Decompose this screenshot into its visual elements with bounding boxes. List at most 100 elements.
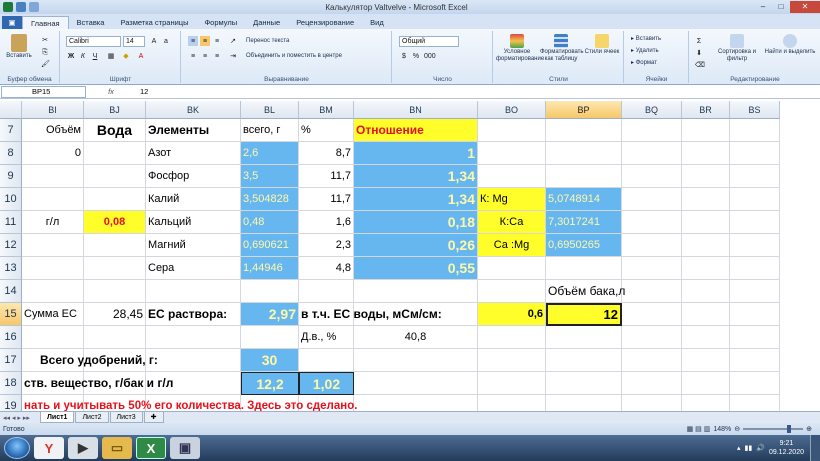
cell-br18[interactable] <box>682 372 730 395</box>
cell-bs17[interactable] <box>730 349 780 372</box>
cell-bs11[interactable] <box>730 211 780 234</box>
office-button[interactable]: ▣ <box>2 16 22 29</box>
cell-bq12[interactable] <box>622 234 682 257</box>
tray-arrow-icon[interactable]: ▴ <box>737 444 741 452</box>
cell-bj8[interactable] <box>84 142 146 165</box>
cell-value-bk10[interactable]: Калий <box>146 188 241 211</box>
cell-value-bp11[interactable]: 7,3017241 <box>546 211 622 234</box>
cell-br7[interactable] <box>682 119 730 142</box>
number-format-combo[interactable]: Общий <box>399 36 459 47</box>
tab-page-layout[interactable]: Разметка страницы <box>112 16 196 29</box>
sort-filter-button[interactable]: Сортировка и фильтр <box>712 34 762 63</box>
column-header-bk[interactable]: BK <box>146 101 241 119</box>
excel-logo-icon[interactable] <box>3 2 13 12</box>
cell-bs10[interactable] <box>730 188 780 211</box>
insert-cells-button[interactable]: ▸ Вставить <box>631 36 687 43</box>
zoom-level[interactable]: 148% <box>713 426 731 433</box>
cell-value-bm9[interactable]: 11,7 <box>299 165 354 188</box>
cell-br12[interactable] <box>682 234 730 257</box>
formula-input[interactable]: 12 <box>136 87 148 96</box>
tab-home[interactable]: Главная <box>22 16 69 29</box>
format-painter-icon[interactable]: 🖌 <box>40 59 50 69</box>
cell-br15[interactable] <box>682 303 730 326</box>
cell-value-bn8[interactable]: 1 <box>354 142 478 165</box>
cell-bn18[interactable] <box>354 372 478 395</box>
cell-bs9[interactable] <box>730 165 780 188</box>
cell-value-bl8[interactable]: 2,6 <box>241 142 299 165</box>
media-player-icon[interactable]: ▶ <box>68 437 98 459</box>
align-middle-icon[interactable]: ≡ <box>200 36 210 46</box>
sheet-nav-arrows[interactable]: ◂◂ ◂ ▸ ▸▸ <box>0 414 40 422</box>
cell-br16[interactable] <box>682 326 730 349</box>
cell-bq15[interactable] <box>622 303 682 326</box>
cell-value-bp10[interactable]: 5,0748914 <box>546 188 622 211</box>
cell-bo17[interactable] <box>478 349 546 372</box>
select-all-corner[interactable] <box>0 101 22 119</box>
italic-icon[interactable]: К <box>78 51 88 61</box>
cell-bo18[interactable] <box>478 372 546 395</box>
indent-icon[interactable]: ⇥ <box>228 51 238 61</box>
cell-bp8[interactable] <box>546 142 622 165</box>
thousands-icon[interactable]: 000 <box>423 51 436 61</box>
cell-bp18[interactable] <box>546 372 622 395</box>
row-header-18[interactable]: 18 <box>0 372 22 395</box>
underline-icon[interactable]: Ч <box>90 51 100 61</box>
paste-button[interactable]: Вставить <box>6 34 32 60</box>
column-header-br[interactable]: BR <box>682 101 730 119</box>
percent-icon[interactable]: % <box>411 51 421 61</box>
tab-data[interactable]: Данные <box>245 16 288 29</box>
cell-bs8[interactable] <box>730 142 780 165</box>
zoom-out-icon[interactable]: ⊖ <box>734 425 740 433</box>
cell-bq18[interactable] <box>622 372 682 395</box>
cell-bp9[interactable] <box>546 165 622 188</box>
cell-bq13[interactable] <box>622 257 682 280</box>
cell-bp16[interactable] <box>546 326 622 349</box>
cut-icon[interactable]: ✂ <box>40 35 50 45</box>
align-center-icon[interactable]: ≡ <box>200 51 210 61</box>
sheet-tab-2[interactable]: Лист2 <box>75 412 109 423</box>
cell-bs16[interactable] <box>730 326 780 349</box>
align-bottom-icon[interactable]: ≡ <box>212 36 222 46</box>
row-header-17[interactable]: 17 <box>0 349 22 372</box>
undo-icon[interactable] <box>29 2 39 12</box>
sheet-tab-3[interactable]: Лист3 <box>109 412 143 423</box>
cell-br10[interactable] <box>682 188 730 211</box>
cell-value-bl18[interactable]: 12,2 <box>241 372 299 395</box>
cell-bi14[interactable] <box>22 280 84 303</box>
align-right-icon[interactable]: ≡ <box>212 51 222 61</box>
cell-value-bn13[interactable]: 0,55 <box>354 257 478 280</box>
borders-icon[interactable]: ▦ <box>106 51 116 61</box>
fx-icon[interactable]: fx <box>86 87 136 96</box>
shrink-font-icon[interactable]: a <box>161 36 171 46</box>
cell-value-bi8[interactable]: 0 <box>22 142 84 165</box>
cell-value-bl7[interactable]: всего, г <box>241 119 299 142</box>
fill-icon[interactable]: ⬇ <box>694 48 704 58</box>
row-header-8[interactable]: 8 <box>0 142 22 165</box>
cell-value-bi11[interactable]: г/л <box>22 211 84 234</box>
cell-bi10[interactable] <box>22 188 84 211</box>
cell-value-bi15[interactable]: Сумма ЕС <box>22 303 84 326</box>
excel-taskbar-icon[interactable]: X <box>136 437 166 459</box>
cell-value-bo12[interactable]: Са :Mg <box>478 234 546 257</box>
cell-bi9[interactable] <box>22 165 84 188</box>
cell-value-bl10[interactable]: 3,504828 <box>241 188 299 211</box>
cell-value-bj7[interactable]: Вода <box>84 119 146 142</box>
folder-icon[interactable]: ▭ <box>102 437 132 459</box>
align-top-icon[interactable]: ≡ <box>188 36 198 46</box>
wrap-text-button[interactable]: Перенос текста <box>246 38 326 45</box>
cell-value-bp14[interactable]: Объём бака,л <box>546 280 682 303</box>
cell-bn17[interactable] <box>354 349 478 372</box>
cell-value-bn7[interactable]: Отношение <box>354 119 478 142</box>
cell-bj14[interactable] <box>84 280 146 303</box>
column-header-bq[interactable]: BQ <box>622 101 682 119</box>
spreadsheet-grid[interactable]: BI BJ BK BL BM BN BO BP BQ BR BS 7 8 9 10 11 12 13 14 15 16 1… <box>0 101 820 423</box>
cell-bs13[interactable] <box>730 257 780 280</box>
conditional-format-button[interactable]: Условное форматирование <box>496 34 544 63</box>
format-table-button[interactable]: Форматировать как таблицу <box>540 34 584 63</box>
cell-value-bm7[interactable]: % <box>299 119 354 142</box>
column-header-bp[interactable]: BP <box>546 101 622 119</box>
autosum-icon[interactable]: Σ <box>694 36 704 46</box>
cell-br17[interactable] <box>682 349 730 372</box>
cell-value-bm16[interactable]: Д.в., % <box>299 326 354 349</box>
column-header-bs[interactable]: BS <box>730 101 780 119</box>
